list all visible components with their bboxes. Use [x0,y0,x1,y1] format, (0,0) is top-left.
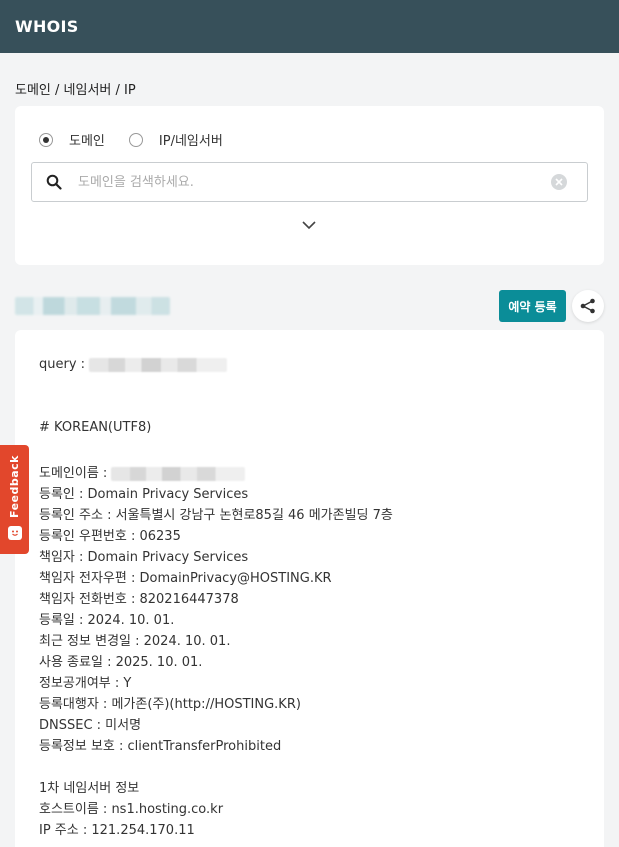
result-line: 책임자 전화번호 : 820216447378 [39,592,239,607]
result-line: 등록일 : 2024. 10. 01. [39,613,175,628]
radio-domain[interactable] [39,132,53,147]
result-line: 등록인 : Domain Privacy Services [39,487,249,502]
query-value-redacted [89,357,228,372]
search-type-radio-group: 도메인 IP/네임서버 [39,130,247,149]
share-icon [579,297,597,315]
reserve-button[interactable]: 예약 등록 [499,290,566,322]
radio-ip-nameserver-label[interactable]: IP/네임서버 [159,130,223,149]
result-line: 정보공개여부 : Y [39,676,132,691]
radio-domain-label[interactable]: 도메인 [69,130,105,149]
search-icon[interactable] [46,174,62,190]
query-label: query : [39,357,90,372]
result-domain-line: 도메인이름 : [39,462,246,481]
result-line: 책임자 전자우편 : DomainPrivacy@HOSTING.KR [39,571,332,586]
result-line: IP 주소 : 121.254.170.11 [39,823,195,838]
result-line: 등록정보 보호 : clientTransferProhibited [39,739,282,754]
search-input[interactable] [78,174,551,190]
smile-icon [7,526,22,540]
result-line: 등록인 우편번호 : 06235 [39,529,181,544]
feedback-label: Feedback [8,455,21,518]
share-button[interactable] [572,290,604,322]
result-line: 책임자 : Domain Privacy Services [39,550,249,565]
page-title: WHOIS [15,17,79,36]
app-header: WHOIS [0,0,619,53]
radio-ip-nameserver[interactable] [128,132,143,147]
result-line: 1차 네임서버 정보 [39,781,140,796]
result-line: 등록대행자 : 메가존(주)(http://HOSTING.KR) [39,697,301,712]
clear-icon[interactable] [551,174,567,190]
search-panel: 도메인 IP/네임서버 [15,106,604,265]
result-line: # KOREAN(UTF8) [39,420,152,435]
domain-name-redacted [15,297,170,315]
result-line: 등록인 주소 : 서울특별시 강남구 논현로85길 46 메가존빌딩 7층 [39,508,393,523]
breadcrumb: 도메인 / 네임서버 / IP [15,83,136,98]
domain-value-redacted [111,466,246,481]
chevron-down-icon[interactable] [301,219,317,231]
feedback-tab[interactable]: Feedback [0,445,29,554]
search-box [31,162,588,202]
whois-result: query : # KOREAN(UTF8) 도메인이름 : 등록인 : Dom… [15,330,604,847]
result-line: 호스트이름 : ns1.hosting.co.kr [39,802,224,817]
domain-label: 도메인이름 : [39,466,112,481]
result-line: DNSSEC : 미서명 [39,718,142,733]
result-line: 사용 종료일 : 2025. 10. 01. [39,655,203,670]
result-line: 최근 정보 변경일 : 2024. 10. 01. [39,634,231,649]
result-query-line: query : [39,357,228,372]
